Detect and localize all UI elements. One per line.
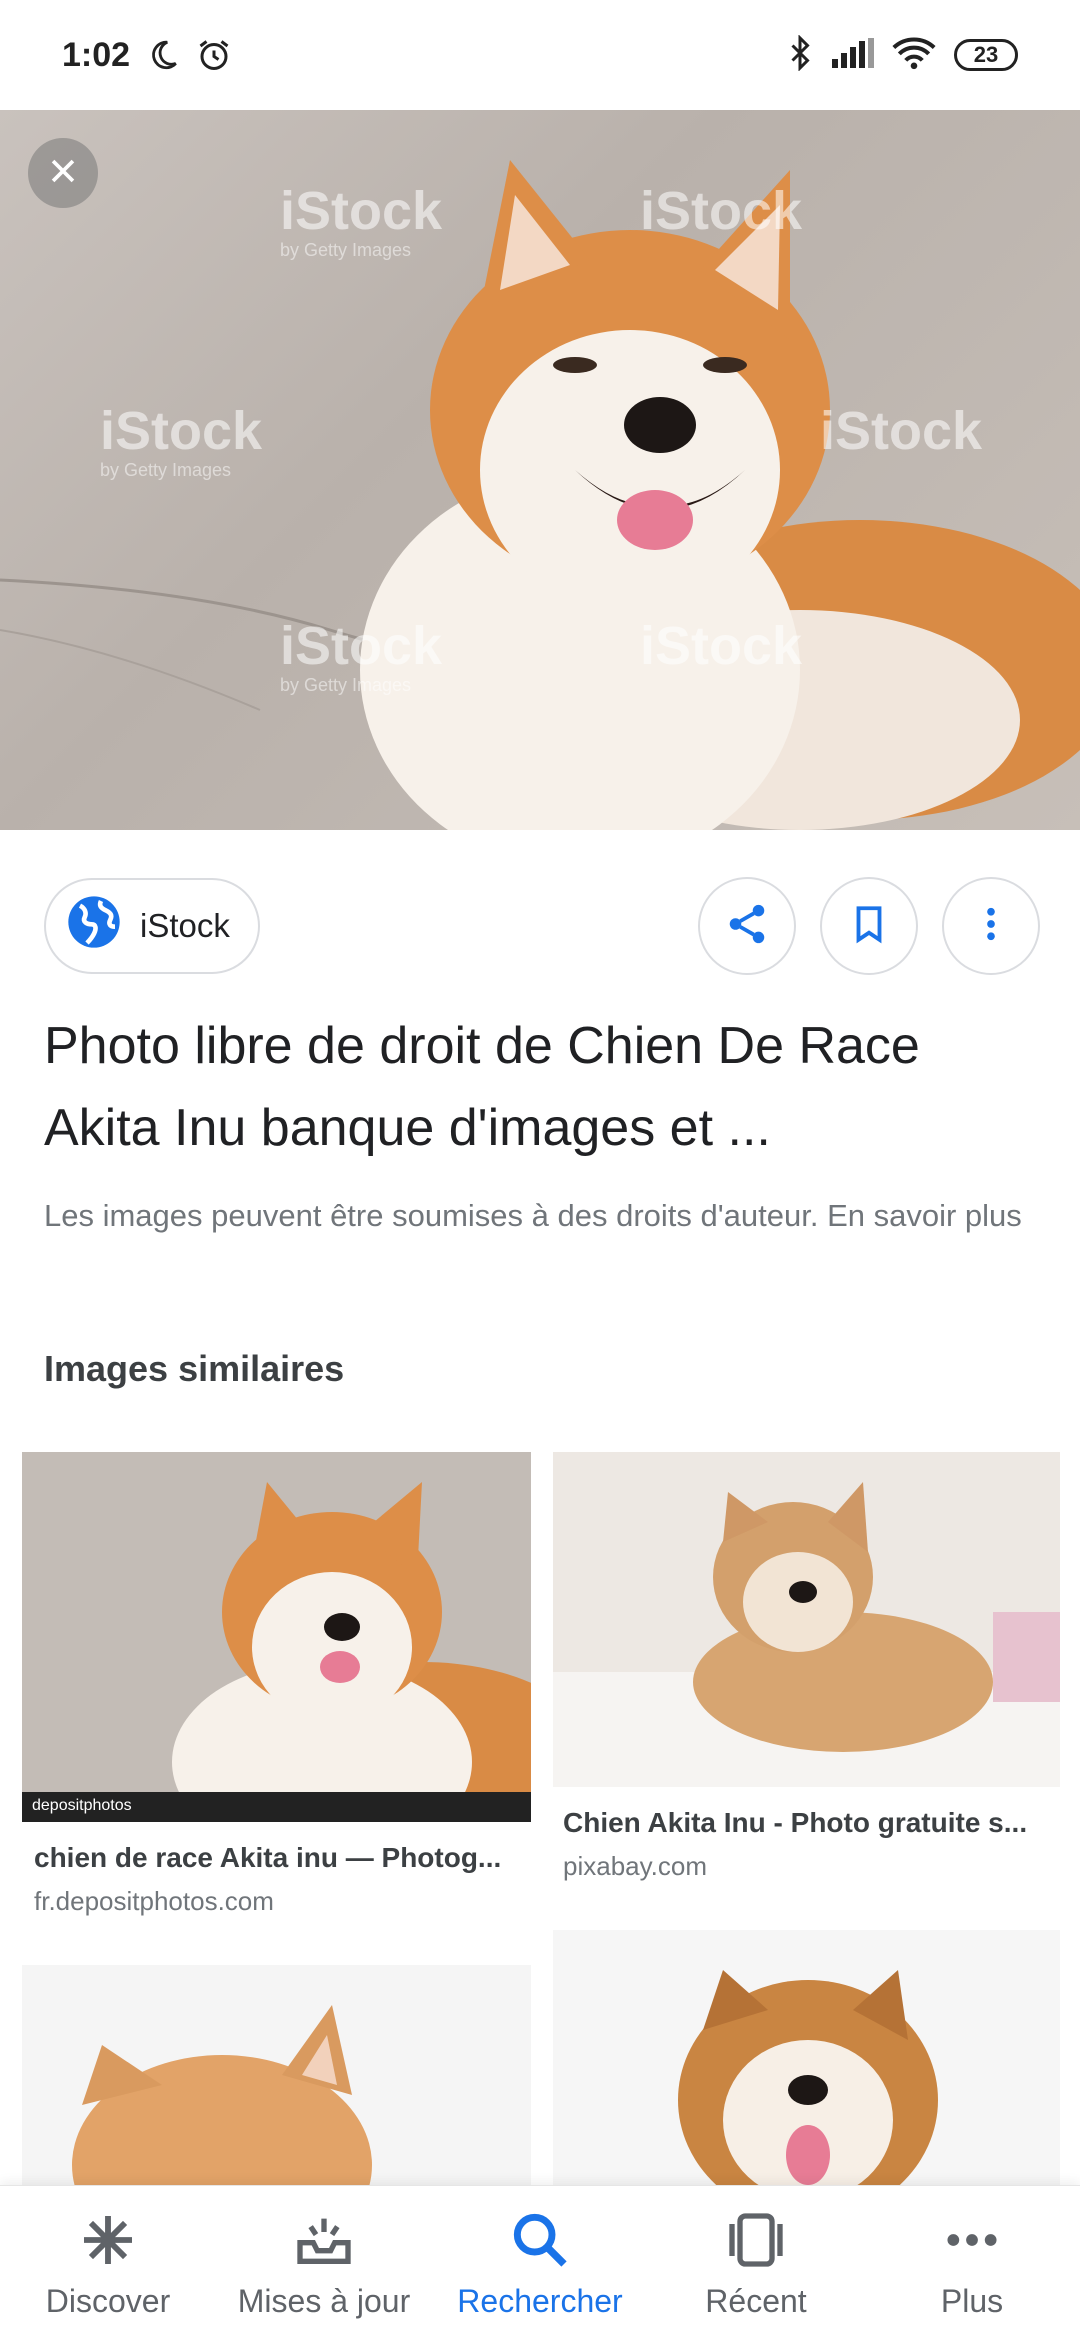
similar-image-source: pixabay.com [563, 1851, 708, 1881]
copyright-notice[interactable]: Les images peuvent être soumises à des d… [44, 1188, 1034, 1243]
similar-images-heading: Images similaires [44, 1348, 345, 1389]
similar-image-thumbnail[interactable] [22, 1965, 531, 2195]
more-vert-icon [970, 903, 1012, 950]
bottom-navigation: Discover Mises à jour Rechercher Récent … [0, 2185, 1080, 2340]
similar-image-thumbnail[interactable]: depositphotos [22, 1452, 531, 1822]
akita-thumbnail-illustration [678, 1970, 938, 2195]
bluetooth-icon [786, 33, 814, 76]
watermark-text: iStock [820, 401, 983, 461]
source-name: iStock [140, 907, 230, 944]
nav-recent-label: Récent [705, 2283, 807, 2319]
battery-icon: 23 [954, 39, 1018, 71]
nav-recent[interactable]: Récent [656, 2208, 856, 2320]
status-right: 23 [786, 33, 1018, 76]
asterisk-icon [76, 2208, 140, 2277]
watermark-text: iStock [100, 401, 263, 461]
share-button[interactable] [698, 877, 796, 975]
watermark-text: iStock [280, 181, 443, 241]
updates-inbox-icon [292, 2208, 356, 2277]
battery-level: 23 [973, 42, 999, 67]
source-action-row: iStock [44, 877, 1040, 975]
wifi-icon [892, 36, 936, 75]
status-time: 1:02 [62, 35, 131, 74]
result-title[interactable]: Photo libre de droit de Chien De Race Ak… [44, 1005, 1044, 1169]
bookmark-button[interactable] [820, 877, 918, 975]
nav-search-label: Rechercher [457, 2283, 623, 2319]
watermark-subtext: by Getty Images [100, 460, 232, 480]
alarm-icon [196, 37, 232, 73]
search-icon [508, 2208, 572, 2277]
globe-icon [66, 894, 122, 958]
nav-updates-label: Mises à jour [237, 2283, 411, 2319]
deposit-watermark-bar: depositphotos [22, 1792, 531, 1822]
close-icon [46, 154, 80, 193]
recent-cards-icon [724, 2208, 788, 2277]
watermark-subtext: by Getty Images [280, 675, 412, 695]
action-buttons [698, 877, 1040, 975]
source-chip[interactable]: iStock [44, 878, 260, 974]
similar-image-source: fr.depositphotos.com [34, 1886, 274, 1916]
similar-image-card[interactable] [22, 1965, 531, 2195]
share-icon [724, 901, 770, 952]
bookmark-icon [848, 903, 890, 950]
signal-icon [832, 37, 874, 73]
more-horiz-icon [940, 2208, 1004, 2277]
nav-discover[interactable]: Discover [8, 2208, 208, 2320]
hero-image[interactable]: iStock iStock iStock iStock iStock iStoc… [0, 110, 1080, 830]
nav-more-label: Plus [940, 2283, 1004, 2319]
similar-image-card[interactable] [553, 1930, 1060, 2195]
deposit-watermark-logo: depositphotos [32, 1797, 132, 1814]
nav-more[interactable]: Plus [872, 2208, 1072, 2320]
similar-image-title: Chien Akita Inu - Photo gratuite s... [563, 1807, 1028, 1838]
nav-search[interactable]: Rechercher [440, 2208, 640, 2320]
similar-image-card[interactable]: depositphotos chien de race Akita inu — … [22, 1452, 531, 1917]
watermark-text: iStock [640, 181, 803, 241]
akita-thumbnail-illustration [172, 1482, 531, 1822]
watermark-text: iStock [640, 616, 803, 676]
more-options-button[interactable] [942, 877, 1040, 975]
status-bar: 1:02 23 [0, 0, 1080, 110]
similar-image-title: chien de race Akita inu — Photog... [34, 1842, 502, 1873]
close-button[interactable] [28, 138, 98, 208]
watermark-text: iStock [280, 616, 443, 676]
similar-image-thumbnail[interactable] [553, 1452, 1060, 1787]
status-left: 1:02 [62, 36, 232, 75]
watermark-subtext: by Getty Images [280, 240, 412, 260]
moon-icon [146, 38, 180, 72]
akita-thumbnail-illustration [553, 1482, 1060, 1787]
nav-discover-label: Discover [45, 2283, 171, 2319]
puppy-thumbnail-illustration [72, 2005, 372, 2195]
similar-image-card[interactable]: Chien Akita Inu - Photo gratuite s... pi… [553, 1452, 1060, 1882]
nav-updates[interactable]: Mises à jour [224, 2208, 424, 2320]
similar-image-thumbnail[interactable] [553, 1930, 1060, 2195]
